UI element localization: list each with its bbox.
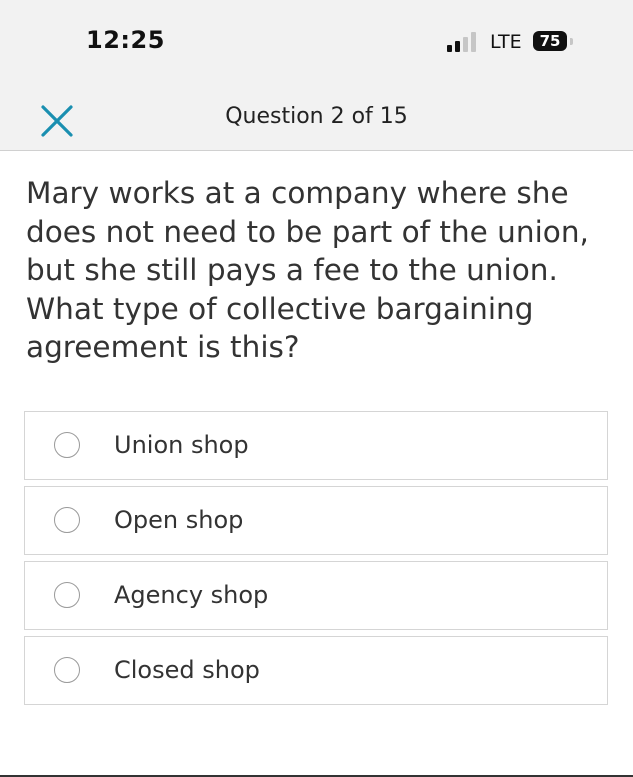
signal-strength-icon <box>447 30 481 52</box>
radio-button[interactable] <box>54 507 80 533</box>
answer-option-label: Closed shop <box>114 656 260 684</box>
quiz-header: Question 2 of 15 <box>0 80 633 151</box>
page-title: Question 2 of 15 <box>225 104 408 129</box>
answer-option-agency-shop[interactable]: Agency shop <box>24 561 608 630</box>
battery-icon: 75 <box>533 31 567 51</box>
answer-option-closed-shop[interactable]: Closed shop <box>24 636 608 705</box>
battery-tip <box>570 38 573 45</box>
network-type: LTE <box>490 31 522 53</box>
answer-options: Union shop Open shop Agency shop Closed … <box>24 411 608 711</box>
question-text: Mary works at a company where she does n… <box>26 176 589 364</box>
answer-option-label: Union shop <box>114 431 249 459</box>
radio-button[interactable] <box>54 582 80 608</box>
answer-option-open-shop[interactable]: Open shop <box>24 486 608 555</box>
radio-button[interactable] <box>54 657 80 683</box>
radio-button[interactable] <box>54 432 80 458</box>
quiz-screen: 12:25 LTE 75 Question 2 of 15 Mary works… <box>0 0 633 777</box>
status-bar: 12:25 LTE 75 <box>0 0 633 80</box>
answer-option-label: Agency shop <box>114 581 269 609</box>
status-time: 12:25 <box>86 26 165 54</box>
answer-option-label: Open shop <box>114 506 244 534</box>
answer-option-union-shop[interactable]: Union shop <box>24 411 608 480</box>
